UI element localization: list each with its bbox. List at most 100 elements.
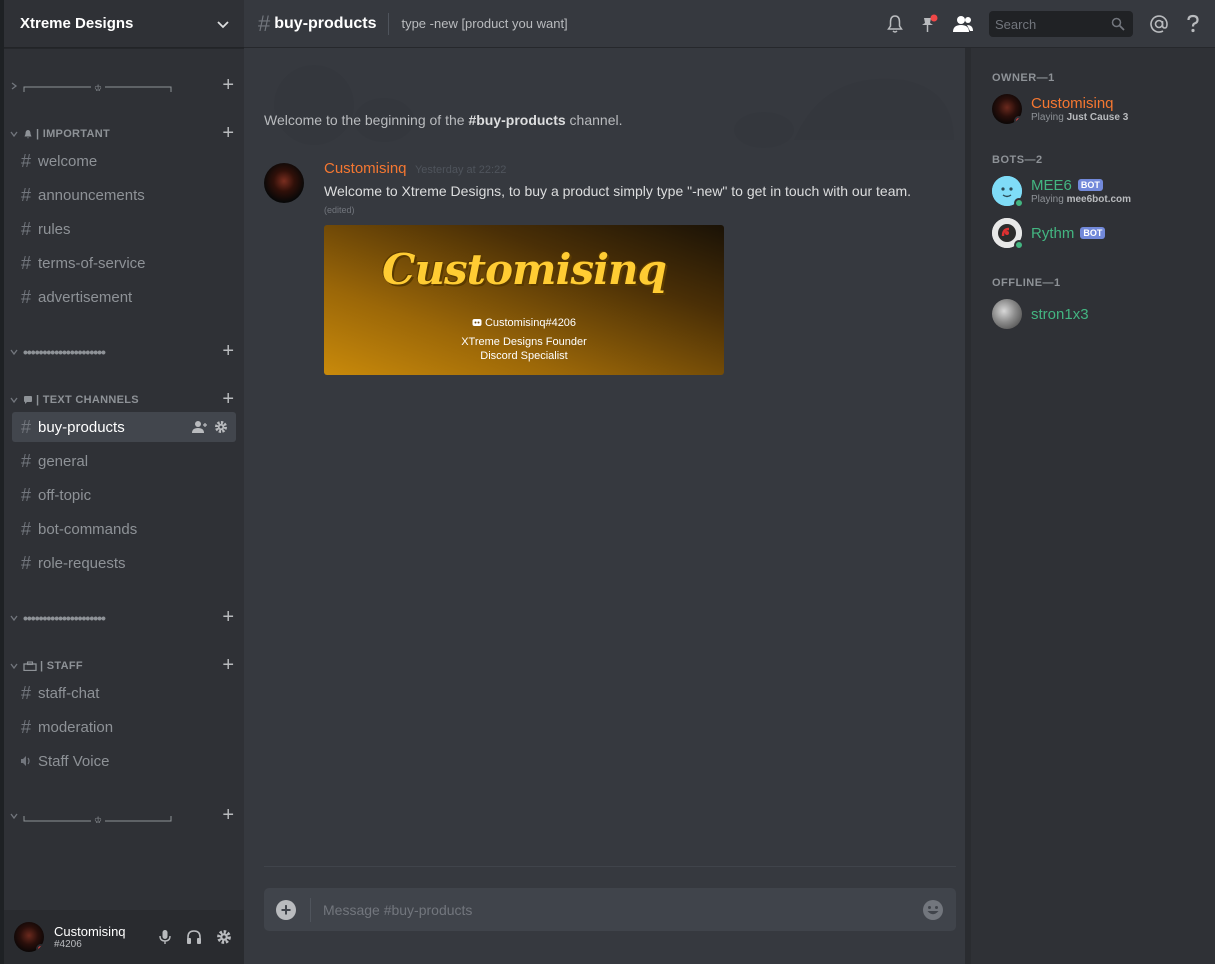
chevron-down-icon[interactable] — [9, 661, 19, 671]
member-list-icon[interactable] — [951, 12, 975, 36]
channel-header: # buy-products type -new [product you wa… — [244, 0, 1215, 48]
channel-list: ♔ + | IMPORTANT + # welcome # announcement… — [4, 48, 244, 910]
channel-label: off-topic — [38, 486, 92, 504]
category-label: | TEXT CHANNELS — [36, 394, 139, 406]
group-header-owner: OWNER—1 — [992, 72, 1055, 84]
add-channel-button[interactable]: + — [222, 341, 234, 361]
svg-text:♔: ♔ — [94, 84, 102, 93]
member-customisinq[interactable]: Customisinq Playing Just Cause 3 — [992, 92, 1212, 126]
category-divider-top[interactable]: ♔ + — [4, 75, 244, 96]
avatar[interactable] — [14, 922, 44, 952]
member-rythm[interactable]: Rythm BOT — [992, 216, 1212, 250]
ornament-divider: ♔ — [23, 81, 173, 93]
emoji-icon[interactable] — [922, 899, 944, 921]
message-image-attachment[interactable]: Customisinq Customisinq#4206 XTreme Desi… — [324, 225, 724, 375]
upload-plus-button[interactable]: + — [276, 899, 296, 920]
hash-icon: # — [20, 451, 31, 471]
locked-speaker-icon — [20, 752, 32, 770]
message-author[interactable]: Customisinq — [324, 160, 407, 177]
channel-topic[interactable]: type -new [product you want] — [401, 16, 567, 31]
chevron-down-icon[interactable] — [9, 129, 19, 139]
channel-rules[interactable]: # rules — [12, 214, 236, 244]
hash-icon: # — [20, 219, 31, 239]
gear-icon[interactable] — [214, 420, 228, 434]
add-channel-button[interactable]: + — [222, 607, 234, 627]
guild-name: Xtreme Designs — [20, 15, 134, 32]
channel-label: terms-of-service — [38, 254, 146, 272]
add-channel-button[interactable]: + — [222, 655, 234, 675]
welcome-channel-name: #buy-products — [468, 112, 566, 128]
add-channel-button[interactable]: + — [222, 123, 234, 143]
chevron-down-icon[interactable] — [9, 347, 19, 357]
category-label: ••••••••••••••••••••• — [23, 344, 106, 360]
channel-label: announcements — [38, 186, 145, 204]
help-icon[interactable] — [1181, 12, 1205, 36]
welcome-prefix: Welcome to the beginning of the — [264, 112, 469, 128]
channel-role-requests[interactable]: # role-requests — [12, 548, 236, 578]
channel-buy-products[interactable]: # buy-products — [12, 412, 236, 442]
chevron-down-icon[interactable] — [9, 395, 19, 405]
avatar — [992, 94, 1022, 124]
settings-gear-icon[interactable] — [216, 929, 232, 945]
channel-general[interactable]: # general — [12, 446, 236, 476]
search-placeholder: Search — [995, 16, 1037, 32]
category-staff[interactable]: | STAFF + — [4, 655, 244, 676]
channel-moderation[interactable]: # moderation — [12, 712, 236, 742]
add-channel-button[interactable]: + — [222, 389, 234, 409]
status-online-indicator — [1014, 240, 1024, 250]
svg-text:♔: ♔ — [94, 815, 102, 824]
channel-welcome-text: Welcome to the beginning of the #buy-pro… — [264, 112, 623, 128]
microphone-icon[interactable] — [158, 929, 172, 945]
category-text-channels[interactable]: | TEXT CHANNELS + — [4, 389, 244, 410]
invite-icon[interactable] — [192, 420, 208, 434]
category-label: | IMPORTANT — [36, 128, 110, 140]
member-stron1x3[interactable]: stron1x3 — [992, 297, 1212, 331]
ornament-divider: ♔ — [23, 811, 173, 825]
chevron-down-icon[interactable] — [216, 17, 230, 31]
channel-label: Staff Voice — [38, 752, 110, 770]
message-author-avatar[interactable] — [264, 163, 304, 203]
locked-hash-icon: # — [20, 717, 31, 737]
message-input[interactable] — [323, 901, 922, 918]
channel-terms-of-service[interactable]: # terms-of-service — [12, 248, 236, 278]
channel-staff-voice[interactable]: Staff Voice — [12, 746, 236, 776]
add-channel-button[interactable]: + — [222, 75, 234, 95]
channel-advertisement[interactable]: # advertisement — [12, 282, 236, 312]
channel-staff-chat[interactable]: # staff-chat — [12, 678, 236, 708]
bot-tag: BOT — [1077, 179, 1103, 191]
channel-welcome[interactable]: # welcome — [12, 146, 236, 176]
category-important[interactable]: | IMPORTANT + — [4, 123, 244, 144]
guild-header[interactable]: Xtreme Designs — [4, 0, 244, 48]
channel-announcements[interactable]: # announcements — [12, 180, 236, 210]
chevron-right-icon[interactable] — [9, 81, 19, 91]
category-divider-bottom[interactable]: ♔ + — [4, 805, 244, 826]
category-dots-2[interactable]: ••••••••••••••••••••• + — [4, 607, 244, 628]
header-divider — [388, 12, 390, 35]
bot-tag: BOT — [1080, 226, 1106, 239]
bell-icon[interactable] — [883, 12, 907, 36]
channel-label: general — [38, 452, 89, 470]
category-dots-1[interactable]: ••••••••••••••••••••• + — [4, 341, 244, 362]
channel-label: rules — [38, 220, 71, 238]
channel-title: buy-products — [274, 14, 377, 32]
channel-label: welcome — [38, 152, 98, 170]
channel-bot-commands[interactable]: # bot-commands — [12, 514, 236, 544]
member-mee6[interactable]: MEE6 BOT Playing mee6bot.com — [992, 174, 1212, 208]
pinned-messages-icon[interactable] — [917, 12, 941, 36]
hash-icon: # — [20, 151, 31, 171]
member-name: Customisinq — [1031, 95, 1114, 112]
chevron-down-icon[interactable] — [9, 811, 19, 821]
member-name-row: MEE6 BOT — [1031, 177, 1131, 194]
add-channel-button[interactable]: + — [222, 805, 234, 825]
mentions-icon[interactable] — [1147, 12, 1171, 36]
username: Customisinq — [54, 924, 126, 939]
bell-icon — [24, 130, 32, 139]
headphones-icon[interactable] — [186, 929, 202, 945]
channel-watermark-graphic — [274, 65, 954, 148]
channel-off-topic[interactable]: # off-topic — [12, 480, 236, 510]
search-input[interactable]: Search — [989, 11, 1133, 37]
embed-discord-tag: Customisinq#4206 — [324, 317, 724, 329]
speech-bubble-icon — [24, 396, 32, 404]
chevron-down-icon[interactable] — [9, 613, 19, 623]
user-discriminator: #4206 — [54, 939, 82, 950]
